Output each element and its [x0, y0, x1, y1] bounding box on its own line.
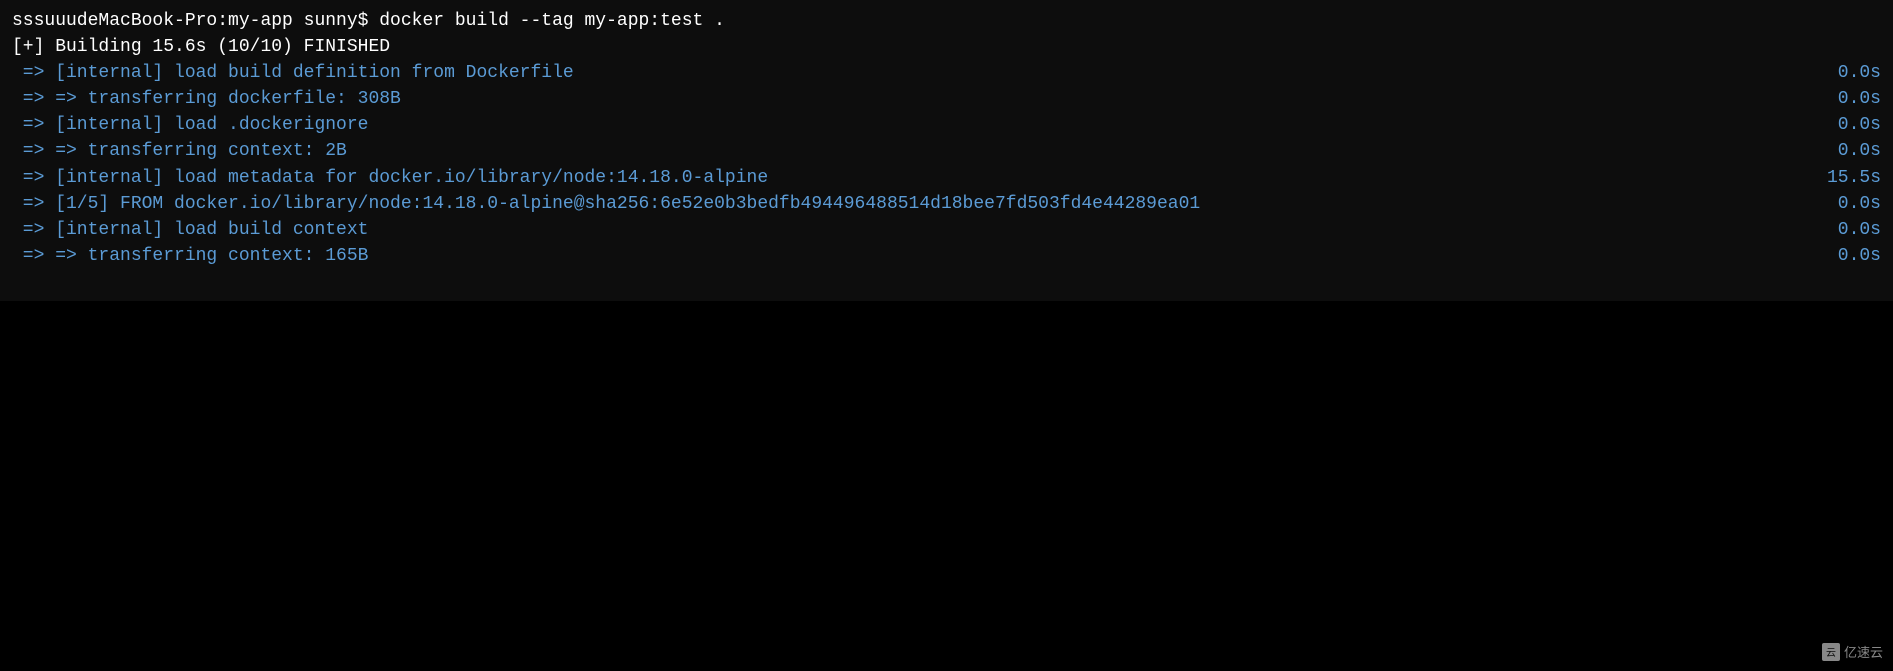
- terminal-row-building: [+] Building 15.6s (10/10) FINISHED: [12, 34, 1881, 60]
- step4-time: 0.0s: [1821, 138, 1881, 164]
- terminal-row-3: => [internal] load .dockerignore 0.0s: [12, 112, 1881, 138]
- step6-time: 0.0s: [1821, 191, 1881, 217]
- terminal-black-area: [0, 301, 1893, 671]
- step2-time: 0.0s: [1821, 86, 1881, 112]
- step5-text: => [internal] load metadata for docker.i…: [12, 165, 768, 191]
- step6-text: => [1/5] FROM docker.io/library/node:14.…: [12, 191, 1200, 217]
- terminal-row-prompt: sssuuudeMacBook-Pro:my-app sunny$ docker…: [12, 8, 1881, 34]
- step3-text: => [internal] load .dockerignore: [12, 112, 368, 138]
- terminal-row-5: => [internal] load metadata for docker.i…: [12, 165, 1881, 191]
- watermark: 云 亿速云: [1822, 642, 1883, 661]
- step2-text: => => transferring dockerfile: 308B: [12, 86, 401, 112]
- terminal-row-2: => => transferring dockerfile: 308B 0.0s: [12, 86, 1881, 112]
- watermark-text: 亿速云: [1844, 642, 1883, 661]
- step5-time: 15.5s: [1821, 165, 1881, 191]
- terminal-window: sssuuudeMacBook-Pro:my-app sunny$ docker…: [0, 0, 1893, 671]
- terminal-content: sssuuudeMacBook-Pro:my-app sunny$ docker…: [12, 8, 1881, 269]
- step4-text: => => transferring context: 2B: [12, 138, 347, 164]
- terminal-row-8: => => transferring context: 165B 0.0s: [12, 243, 1881, 269]
- step1-text: => [internal] load build definition from…: [12, 60, 574, 86]
- step7-text: => [internal] load build context: [12, 217, 368, 243]
- step8-text: => => transferring context: 165B: [12, 243, 368, 269]
- step3-time: 0.0s: [1821, 112, 1881, 138]
- step8-time: 0.0s: [1821, 243, 1881, 269]
- prompt-text: sssuuudeMacBook-Pro:my-app sunny$ docker…: [12, 8, 725, 34]
- watermark-icon: 云: [1822, 643, 1840, 661]
- step1-time: 0.0s: [1821, 60, 1881, 86]
- building-text: [+] Building 15.6s (10/10) FINISHED: [12, 34, 390, 60]
- terminal-row-1: => [internal] load build definition from…: [12, 60, 1881, 86]
- terminal-row-6: => [1/5] FROM docker.io/library/node:14.…: [12, 191, 1881, 217]
- step7-time: 0.0s: [1821, 217, 1881, 243]
- terminal-row-7: => [internal] load build context 0.0s: [12, 217, 1881, 243]
- terminal-row-4: => => transferring context: 2B 0.0s: [12, 138, 1881, 164]
